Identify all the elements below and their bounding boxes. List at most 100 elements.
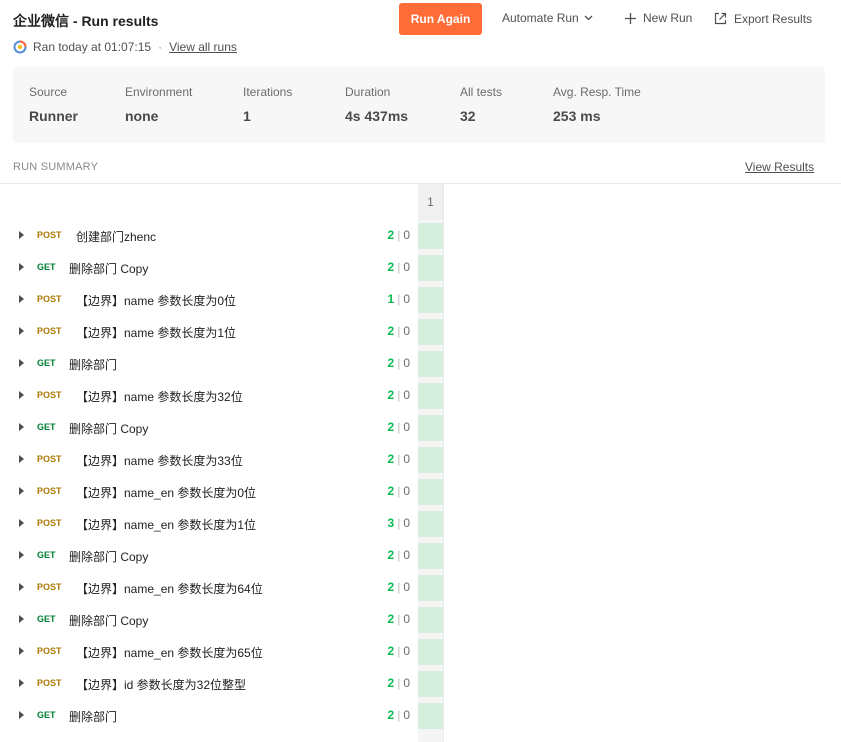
stat-label: Duration	[345, 85, 391, 99]
request-name: 【边界】name 参数长度为33位	[76, 454, 243, 468]
iteration-result-cell[interactable]	[418, 383, 443, 409]
new-run-button[interactable]: New Run	[624, 11, 692, 25]
request-name: 【边界】id 参数长度为32位整型	[76, 678, 247, 692]
request-row[interactable]: POST 【边界】name 参数长度为1位 2 | 0	[0, 316, 418, 348]
passed-count: 2	[387, 420, 395, 434]
expand-caret-icon[interactable]	[19, 455, 24, 463]
iteration-result-cell[interactable]	[418, 671, 443, 697]
expand-caret-icon[interactable]	[19, 647, 24, 655]
chevron-down-icon	[584, 15, 593, 21]
count-separator: |	[397, 356, 401, 370]
request-row[interactable]: POST 【边界】name_en 参数长度为65位 2 | 0	[0, 636, 418, 668]
request-row[interactable]: GET 删除部门 Copy 2 | 0	[0, 252, 418, 284]
iteration-result-cell[interactable]	[418, 703, 443, 729]
test-counts: 2 | 0	[388, 356, 411, 370]
expand-caret-icon[interactable]	[19, 231, 24, 239]
view-all-runs-link[interactable]: View all runs	[169, 40, 237, 54]
request-name: 【边界】name 参数长度为1位	[76, 326, 237, 340]
view-results-link[interactable]: View Results	[745, 160, 814, 174]
iteration-result-cell[interactable]	[418, 639, 443, 665]
stat-value: 1	[243, 108, 251, 124]
passed-count: 2	[387, 676, 395, 690]
count-separator: |	[397, 676, 401, 690]
http-method: POST	[37, 230, 62, 240]
failed-count: 0	[403, 580, 410, 594]
request-row[interactable]: GET 删除部门 Copy 2 | 0	[0, 540, 418, 572]
expand-caret-icon[interactable]	[19, 263, 24, 271]
failed-count: 0	[403, 548, 410, 562]
export-results-button[interactable]: Export Results	[713, 11, 812, 26]
iteration-result-cell[interactable]	[418, 479, 443, 505]
automate-run-button[interactable]: Automate Run	[502, 11, 593, 25]
request-name: 创建部门zhenc	[76, 230, 157, 244]
count-separator: |	[397, 260, 401, 274]
request-row[interactable]: GET 删除部门 2 | 0	[0, 700, 418, 732]
runner-icon	[13, 40, 27, 54]
request-row[interactable]: GET 删除部门 Copy 2 | 0	[0, 604, 418, 636]
request-name: 【边界】name_en 参数长度为64位	[76, 582, 263, 596]
expand-caret-icon[interactable]	[19, 615, 24, 623]
iteration-result-cell[interactable]	[418, 543, 443, 569]
passed-count: 3	[387, 516, 395, 530]
expand-caret-icon[interactable]	[19, 519, 24, 527]
expand-caret-icon[interactable]	[19, 711, 24, 719]
expand-caret-icon[interactable]	[19, 391, 24, 399]
stat-all-tests: All tests 32	[460, 85, 502, 124]
iteration-divider	[443, 184, 444, 742]
expand-caret-icon[interactable]	[19, 359, 24, 367]
request-row[interactable]: POST 【边界】name_en 参数长度为64位 2 | 0	[0, 572, 418, 604]
stat-label: Avg. Resp. Time	[553, 85, 641, 99]
request-row[interactable]: GET 删除部门 Copy 2 | 0	[0, 412, 418, 444]
expand-caret-icon[interactable]	[19, 423, 24, 431]
passed-count: 2	[387, 644, 395, 658]
request-row[interactable]: POST 【边界】id 参数长度为32位整型 2 | 0	[0, 668, 418, 700]
iteration-result-cell[interactable]	[418, 511, 443, 537]
request-row[interactable]: POST 【边界】name_en 参数长度为0位 2 | 0	[0, 476, 418, 508]
test-counts: 2 | 0	[388, 324, 411, 338]
test-counts: 2 | 0	[388, 484, 411, 498]
request-row[interactable]: POST 【边界】name 参数长度为0位 1 | 0	[0, 284, 418, 316]
http-method: GET	[37, 710, 56, 720]
failed-count: 0	[403, 484, 410, 498]
iteration-result-cell[interactable]	[418, 415, 443, 441]
iteration-result-cell[interactable]	[418, 447, 443, 473]
stat-value: 253 ms	[553, 108, 601, 124]
test-counts: 2 | 0	[388, 644, 411, 658]
request-name: 【边界】name 参数长度为0位	[76, 294, 237, 308]
iteration-result-cell[interactable]	[418, 255, 443, 281]
count-separator: |	[397, 708, 401, 722]
expand-caret-icon[interactable]	[19, 487, 24, 495]
stat-source: Source Runner	[29, 85, 78, 124]
iteration-result-cell[interactable]	[418, 351, 443, 377]
failed-count: 0	[403, 228, 410, 242]
expand-caret-icon[interactable]	[19, 551, 24, 559]
expand-caret-icon[interactable]	[19, 327, 24, 335]
request-row[interactable]: POST 创建部门zhenc 2 | 0	[0, 220, 418, 252]
http-method: GET	[37, 422, 56, 432]
stat-value: 4s 437ms	[345, 108, 409, 124]
automate-run-label: Automate Run	[502, 11, 579, 25]
expand-caret-icon[interactable]	[19, 679, 24, 687]
request-name: 【边界】name_en 参数长度为0位	[76, 486, 257, 500]
stat-environment: Environment none	[125, 85, 192, 124]
request-row[interactable]: POST 【边界】name 参数长度为32位 2 | 0	[0, 380, 418, 412]
iteration-result-cell[interactable]	[418, 319, 443, 345]
expand-caret-icon[interactable]	[19, 295, 24, 303]
http-method: POST	[37, 518, 62, 528]
iteration-result-cell[interactable]	[418, 575, 443, 601]
iteration-result-cell[interactable]	[418, 607, 443, 633]
request-row[interactable]: POST 【边界】name_en 参数长度为1位 3 | 0	[0, 508, 418, 540]
separator-dot: ·	[158, 40, 163, 54]
request-row[interactable]: POST 【边界】name 参数长度为33位 2 | 0	[0, 444, 418, 476]
failed-count: 0	[403, 708, 410, 722]
failed-count: 0	[403, 612, 410, 626]
expand-caret-icon[interactable]	[19, 583, 24, 591]
iteration-result-cell[interactable]	[418, 287, 443, 313]
http-method: POST	[37, 582, 62, 592]
failed-count: 0	[403, 516, 410, 530]
iteration-result-cell[interactable]	[418, 223, 443, 249]
count-separator: |	[397, 452, 401, 466]
run-again-button[interactable]: Run Again	[399, 3, 482, 35]
request-name: 【边界】name_en 参数长度为65位	[76, 646, 263, 660]
request-row[interactable]: GET 删除部门 2 | 0	[0, 348, 418, 380]
